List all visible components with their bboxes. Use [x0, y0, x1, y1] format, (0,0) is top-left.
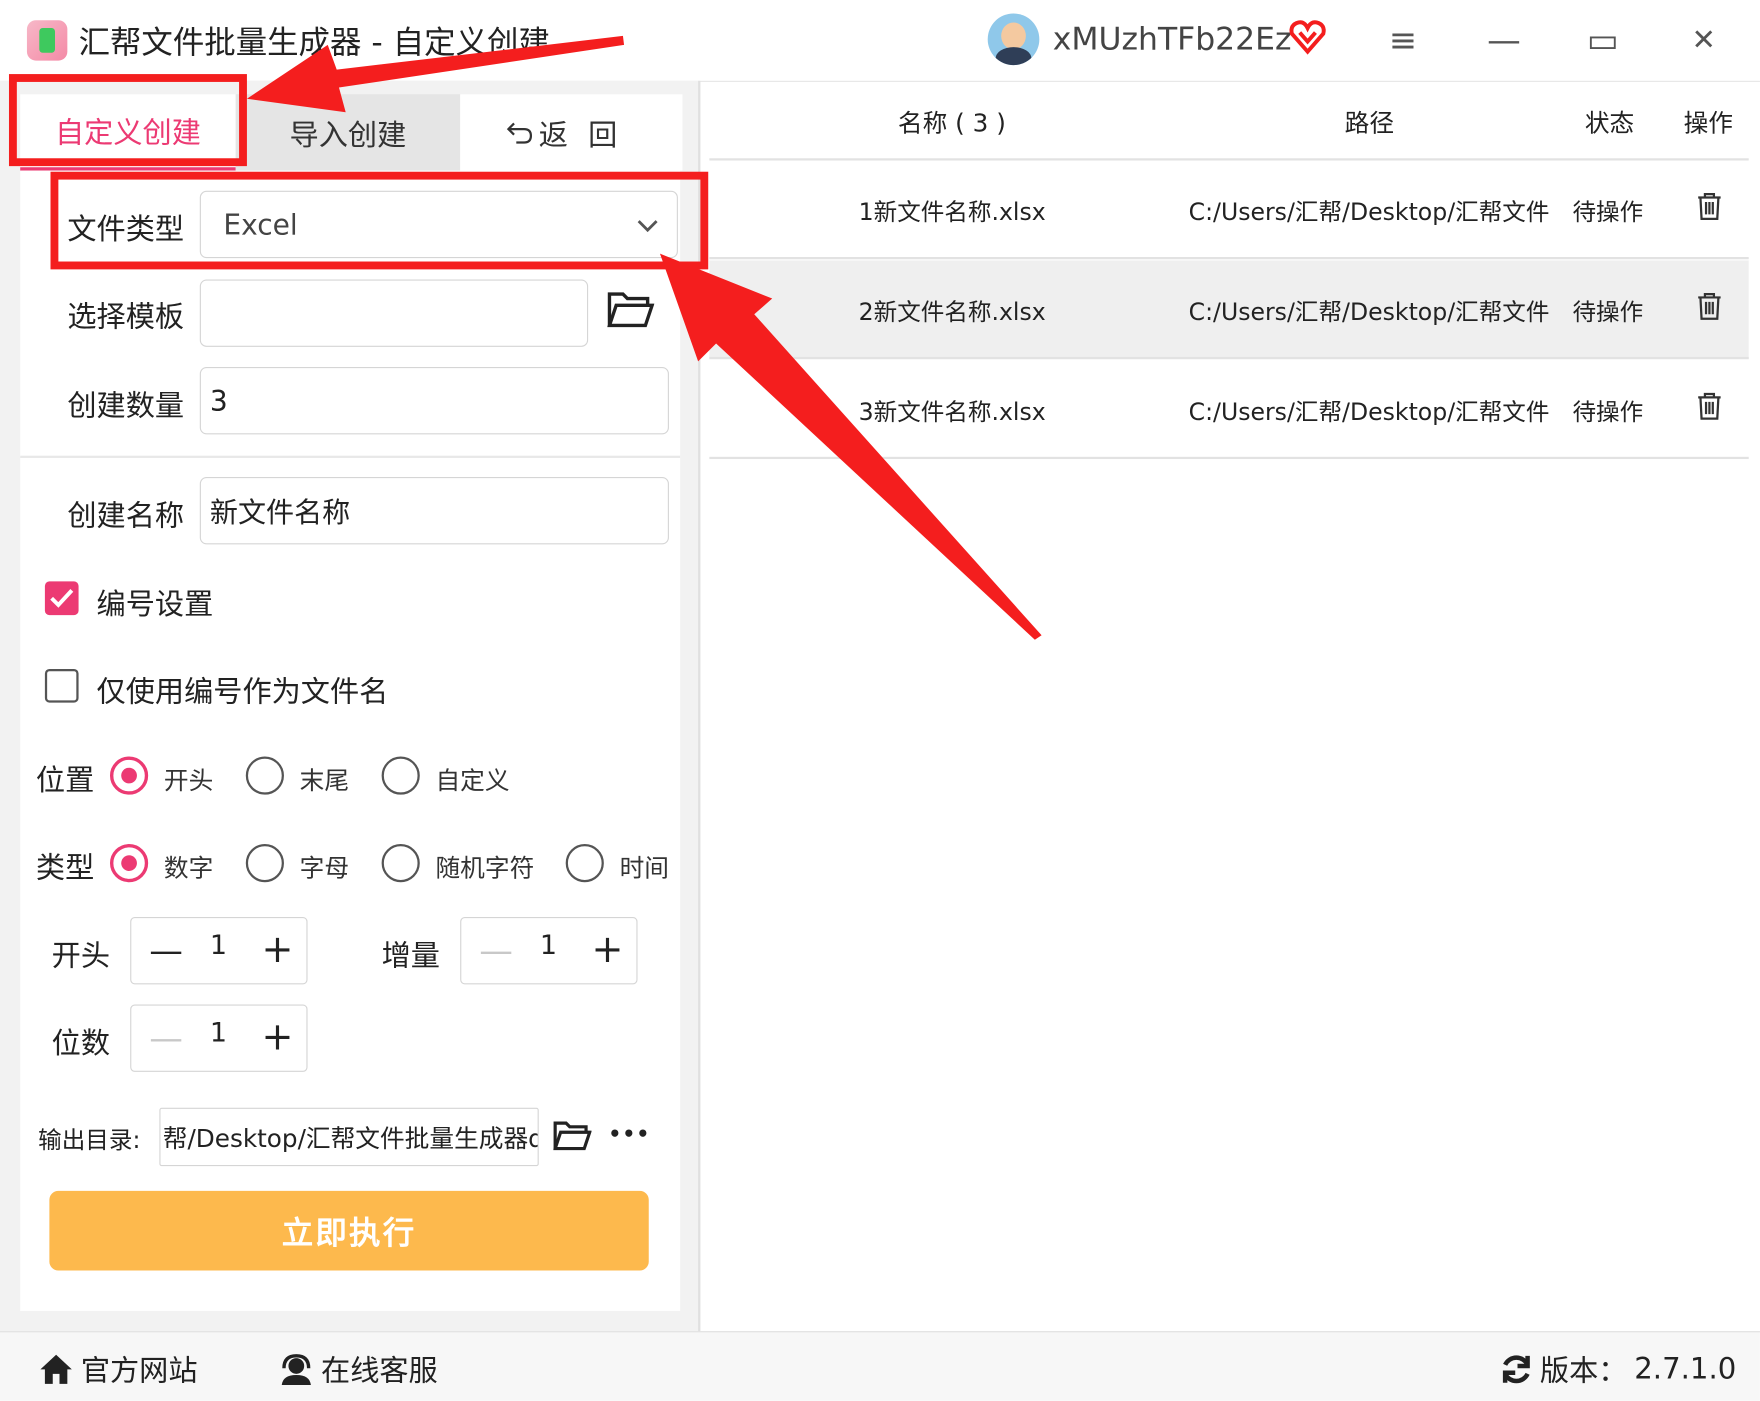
window-title: 汇帮文件批量生成器 - 自定义创建 [78, 23, 550, 61]
position-radio-start[interactable] [109, 756, 149, 795]
table-row[interactable]: 1新文件名称.xlsx C:/Users/汇帮/Desktop/汇帮文件 待操作 [709, 161, 1749, 260]
column-header-action[interactable]: 操作 [1684, 103, 1733, 139]
online-support-link[interactable]: 在线客服 [278, 1348, 438, 1390]
folder-open-icon[interactable] [607, 290, 655, 330]
type-option-time: 时间 [619, 855, 669, 884]
minimize-icon[interactable]: — [1484, 20, 1524, 60]
start-stepper: — 1 + [130, 917, 308, 985]
home-icon [40, 1354, 72, 1384]
type-option-random: 随机字符 [435, 855, 535, 884]
more-options-icon[interactable]: ••• [608, 1122, 650, 1146]
output-folder-icon[interactable] [553, 1119, 592, 1153]
close-icon[interactable]: ✕ [1684, 20, 1724, 60]
divider [20, 455, 681, 458]
template-label: 选择模板 [67, 300, 185, 335]
version-value: 2.7.1.0 [1634, 1351, 1737, 1386]
vip-heart-icon[interactable] [1289, 18, 1327, 56]
digits-stepper: — 1 + [130, 1004, 308, 1072]
annotation-box-file-type [50, 171, 709, 270]
version-label: 版本： [1539, 1354, 1628, 1389]
table-row[interactable]: 2新文件名称.xlsx C:/Users/汇帮/Desktop/汇帮文件 待操作 [709, 260, 1749, 360]
name-input[interactable]: 新文件名称 [199, 477, 669, 545]
back-arrow-icon [506, 122, 533, 144]
file-status-cell: 待操作 [1572, 398, 1644, 426]
start-value[interactable]: 1 [210, 929, 227, 960]
position-option-end: 末尾 [299, 767, 350, 796]
increment-label: 增量 [381, 939, 440, 974]
file-name-cell: 3新文件名称.xlsx [858, 398, 1046, 426]
official-website-label: 官方网站 [80, 1354, 198, 1389]
position-option-start: 开头 [163, 767, 214, 796]
digits-label: 位数 [51, 1026, 111, 1061]
increment-stepper: — 1 + [460, 917, 638, 985]
delete-trash-icon[interactable] [1697, 192, 1722, 221]
start-increment-button[interactable]: + [262, 927, 294, 972]
file-path-cell: C:/Users/汇帮/Desktop/汇帮文件 [1188, 298, 1550, 326]
type-radio-time[interactable] [565, 844, 604, 883]
digits-increment-button[interactable]: + [262, 1015, 294, 1060]
start-label: 开头 [51, 939, 111, 974]
menu-icon[interactable]: ≡ [1383, 20, 1423, 60]
online-support-label: 在线客服 [321, 1354, 438, 1389]
template-input[interactable] [199, 279, 589, 347]
file-name-cell: 2新文件名称.xlsx [858, 298, 1046, 326]
delete-trash-icon[interactable] [1697, 292, 1722, 321]
type-label: 类型 [35, 851, 95, 886]
maximize-icon[interactable]: ▭ [1583, 20, 1623, 60]
increment-increment-button[interactable]: + [592, 927, 624, 972]
increment-value[interactable]: 1 [540, 929, 557, 960]
version-info: 版本： 2.7.1.0 [1500, 1348, 1737, 1390]
tab-import-create[interactable]: 导入创建 [235, 94, 461, 171]
number-only-checkbox[interactable] [44, 668, 79, 703]
position-option-custom: 自定义 [435, 767, 510, 796]
official-website-link[interactable]: 官方网站 [38, 1348, 198, 1390]
delete-trash-icon[interactable] [1697, 392, 1722, 421]
file-path-cell: C:/Users/汇帮/Desktop/汇帮文件 [1188, 198, 1550, 226]
execute-button[interactable]: 立即执行 [49, 1190, 649, 1271]
title-bar: 汇帮文件批量生成器 - 自定义创建 xMUzhTFb22Ez ≡ — ▭ ✕ [0, 0, 1760, 82]
type-option-number: 数字 [163, 855, 214, 884]
name-label: 创建名称 [67, 499, 185, 534]
start-decrement-button[interactable]: — [149, 932, 183, 971]
type-radio-random[interactable] [381, 844, 420, 883]
numbering-checkbox[interactable] [44, 581, 79, 616]
digits-decrement-button[interactable]: — [149, 1019, 183, 1058]
user-avatar[interactable] [987, 13, 1040, 66]
annotation-box-tab [8, 74, 247, 167]
position-radio-custom[interactable] [381, 756, 420, 795]
file-name-cell: 1新文件名称.xlsx [858, 198, 1046, 226]
numbering-label: 编号设置 [96, 588, 214, 622]
refresh-icon[interactable] [1500, 1352, 1534, 1386]
column-header-status[interactable]: 状态 [1585, 103, 1634, 139]
headset-icon [281, 1353, 311, 1385]
status-bar: 官方网站 在线客服 版本： 2.7.1.0 [0, 1331, 1760, 1401]
username[interactable]: xMUzhTFb22Ez [1053, 20, 1292, 57]
type-option-letter: 字母 [299, 855, 350, 884]
file-status-cell: 待操作 [1572, 298, 1644, 326]
type-radio-number[interactable] [109, 844, 149, 883]
increment-decrement-button[interactable]: — [479, 932, 513, 971]
position-label: 位置 [35, 764, 95, 799]
count-label: 创建数量 [67, 389, 185, 424]
type-radio-letter[interactable] [245, 844, 284, 883]
table-row[interactable]: 3新文件名称.xlsx C:/Users/汇帮/Desktop/汇帮文件 待操作 [709, 360, 1749, 460]
column-header-path[interactable]: 路径 [1345, 103, 1394, 139]
back-label: 返回 [538, 118, 638, 153]
number-only-label: 仅使用编号作为文件名 [96, 675, 389, 710]
app-logo-icon [26, 20, 68, 61]
column-header-name[interactable]: 名称 ( 3 ) [898, 103, 1006, 139]
digits-value[interactable]: 1 [210, 1017, 227, 1048]
check-icon [50, 589, 74, 608]
back-button[interactable]: 返回 [460, 94, 683, 171]
output-label: 输出目录: [38, 1126, 141, 1154]
position-radio-end[interactable] [245, 756, 284, 795]
file-status-cell: 待操作 [1572, 198, 1644, 226]
count-input[interactable]: 3 [199, 367, 669, 435]
file-path-cell: C:/Users/汇帮/Desktop/汇帮文件 [1188, 398, 1550, 426]
output-dir-input[interactable]: 帮/Desktop/汇帮文件批量生成器q [159, 1107, 539, 1167]
